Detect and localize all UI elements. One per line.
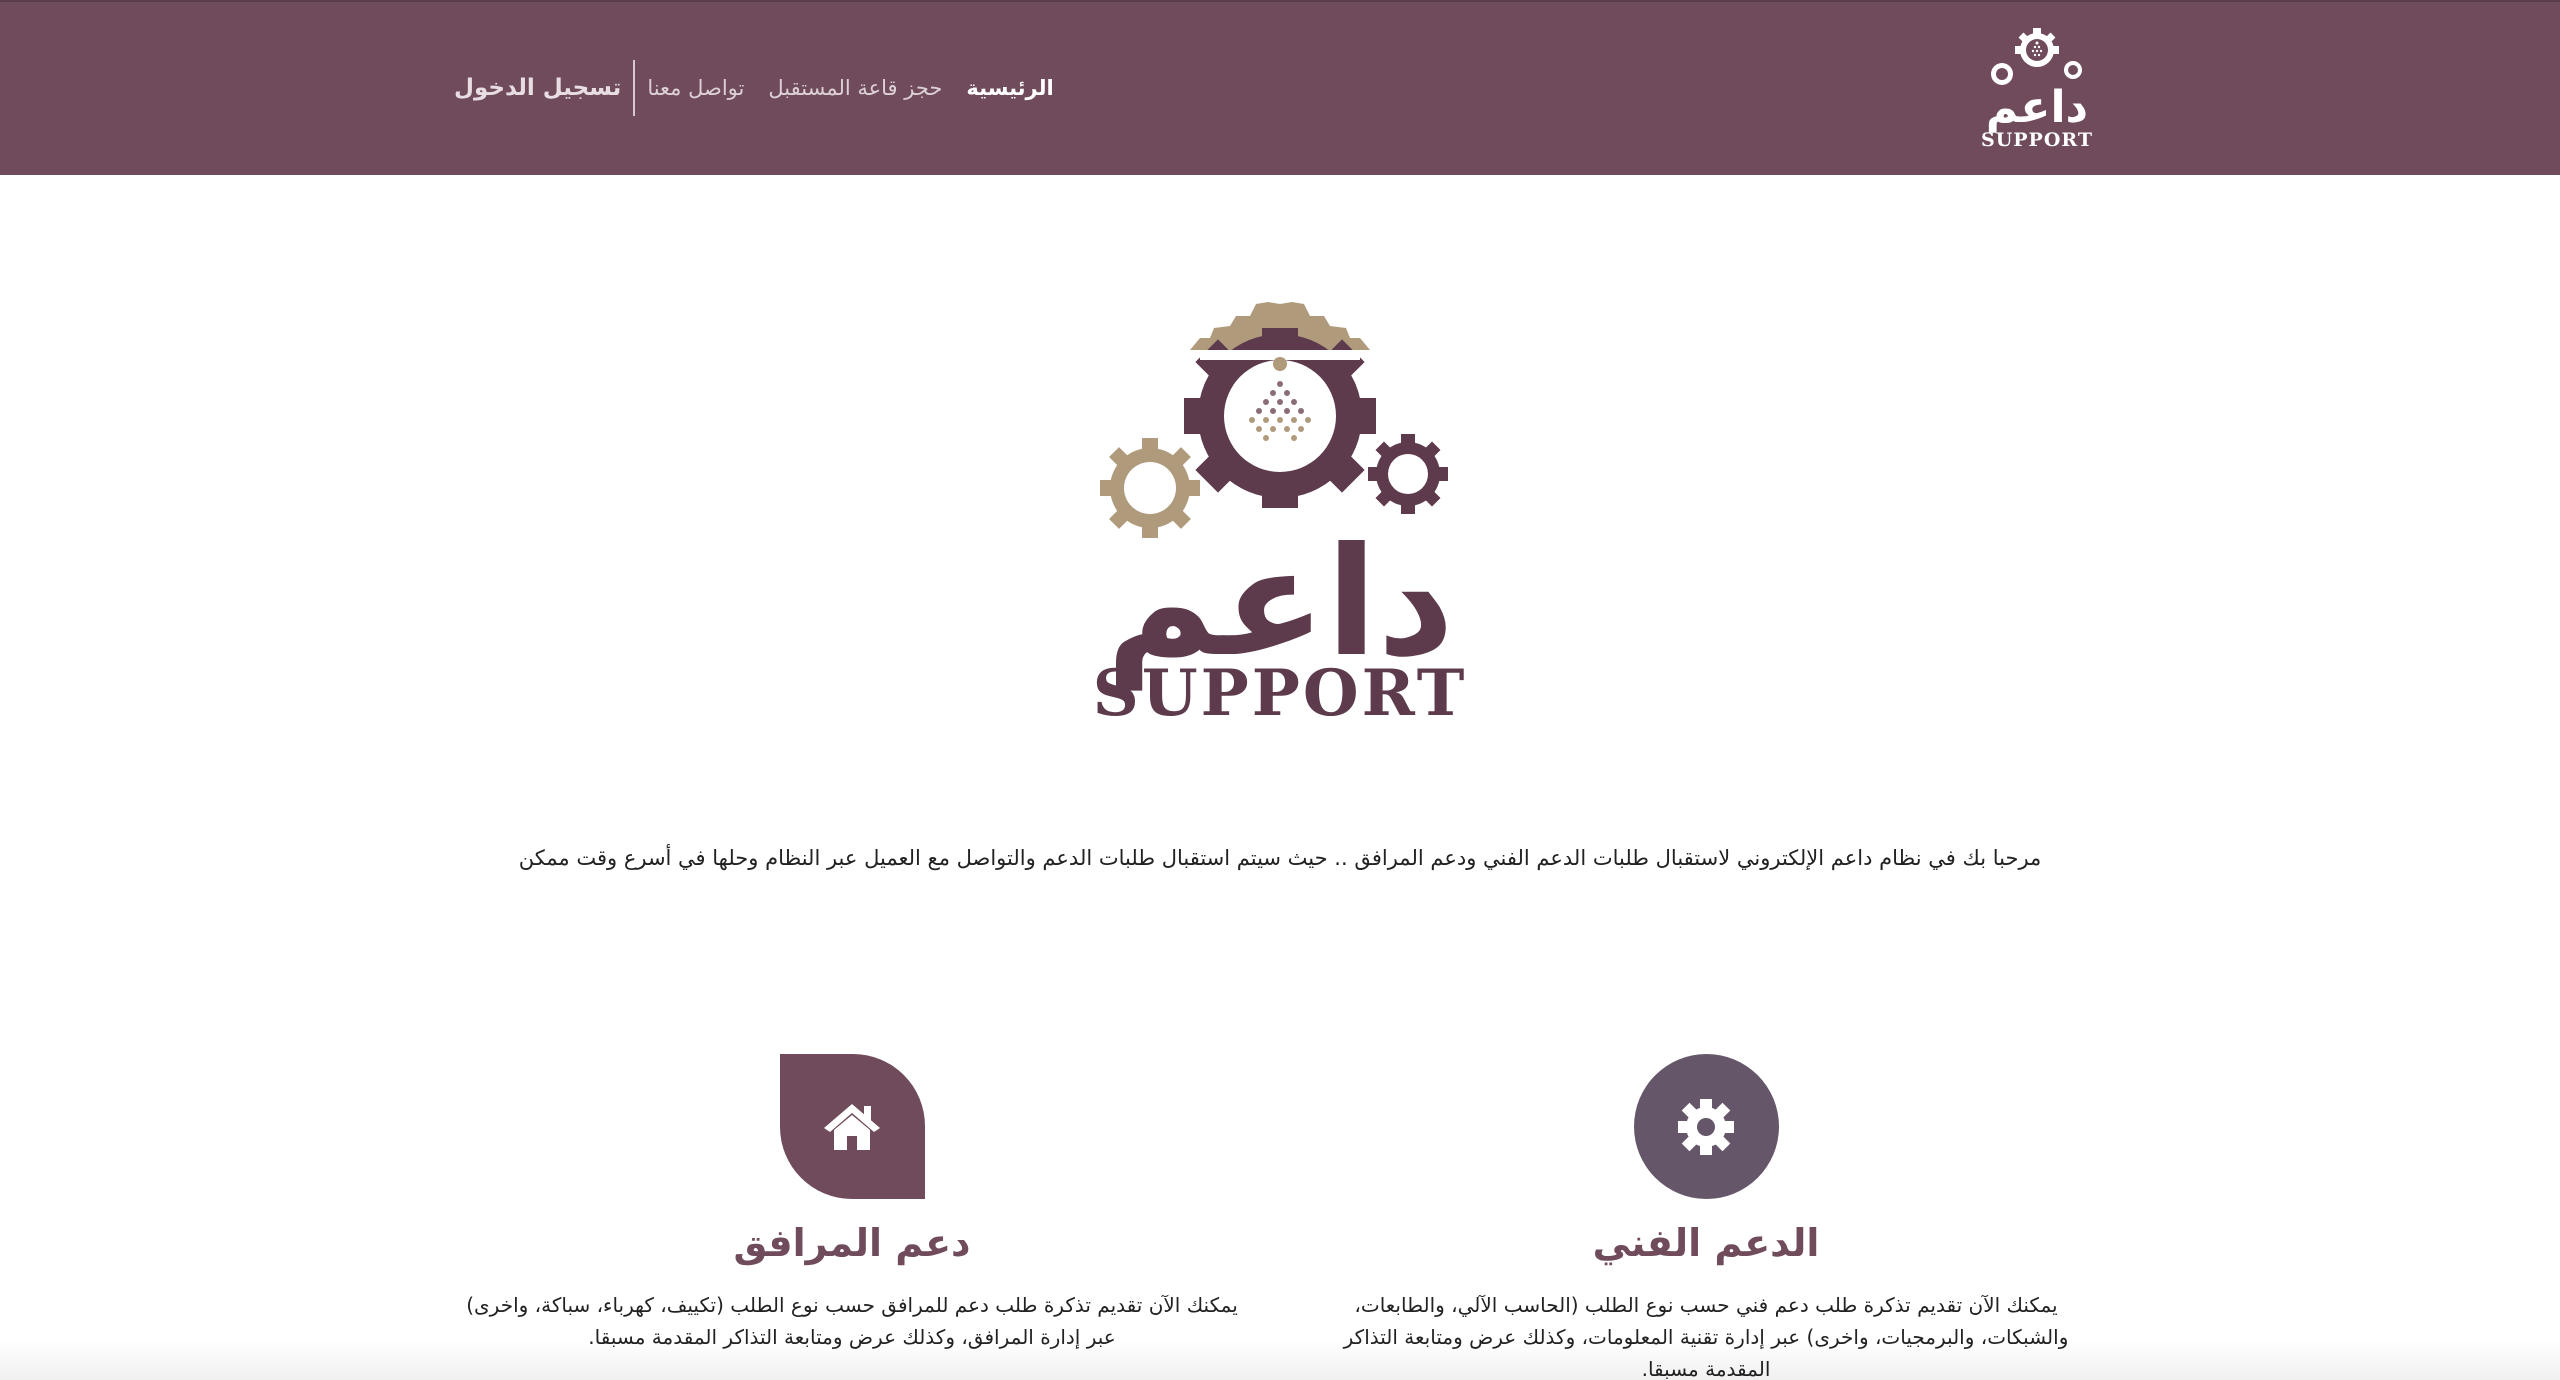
header-brand-arabic: داعم: [1985, 82, 2089, 133]
hero-logo: داعم SUPPORT: [1090, 298, 1470, 731]
site-header: داعم SUPPORT الرئيسية حجز قاعة المستقبل …: [0, 0, 2560, 175]
nav-contact-us[interactable]: تواصل معنا: [647, 76, 744, 100]
header-logo[interactable]: داعم SUPPORT: [1980, 26, 2093, 156]
gears-logo-icon: [1991, 28, 2082, 85]
facilities-support-icon-badge[interactable]: [779, 1054, 925, 1199]
bottom-fade: [0, 1340, 2560, 1380]
nav-book-future-hall[interactable]: حجز قاعة المستقبل: [768, 76, 942, 100]
welcome-text: مرحبا بك في نظام داعم الإلكتروني لاستقبا…: [518, 846, 2042, 870]
main-nav: الرئيسية حجز قاعة المستقبل تواصل معنا تس…: [454, 60, 1054, 116]
nav-divider: [633, 60, 636, 116]
gear-icon: [1678, 1098, 1734, 1155]
login-link[interactable]: تسجيل الدخول: [454, 75, 621, 101]
nav-home[interactable]: الرئيسية: [966, 76, 1053, 100]
hero-logo-english: SUPPORT: [1092, 656, 1468, 731]
technical-support-icon-badge[interactable]: [1633, 1054, 1779, 1199]
home-icon: [824, 1103, 880, 1150]
service-card-technical-support[interactable]: الدعم الفني يمكنك الآن تقديم تذكرة طلب د…: [1306, 1054, 2106, 1380]
service-card-facilities-support[interactable]: دعم المرافق يمكنك الآن تقديم تذكرة طلب د…: [452, 1054, 1252, 1374]
facilities-support-title: دعم المرافق: [733, 1221, 971, 1265]
header-brand-english: SUPPORT: [1980, 129, 2093, 151]
technical-support-title: الدعم الفني: [1592, 1221, 1820, 1265]
